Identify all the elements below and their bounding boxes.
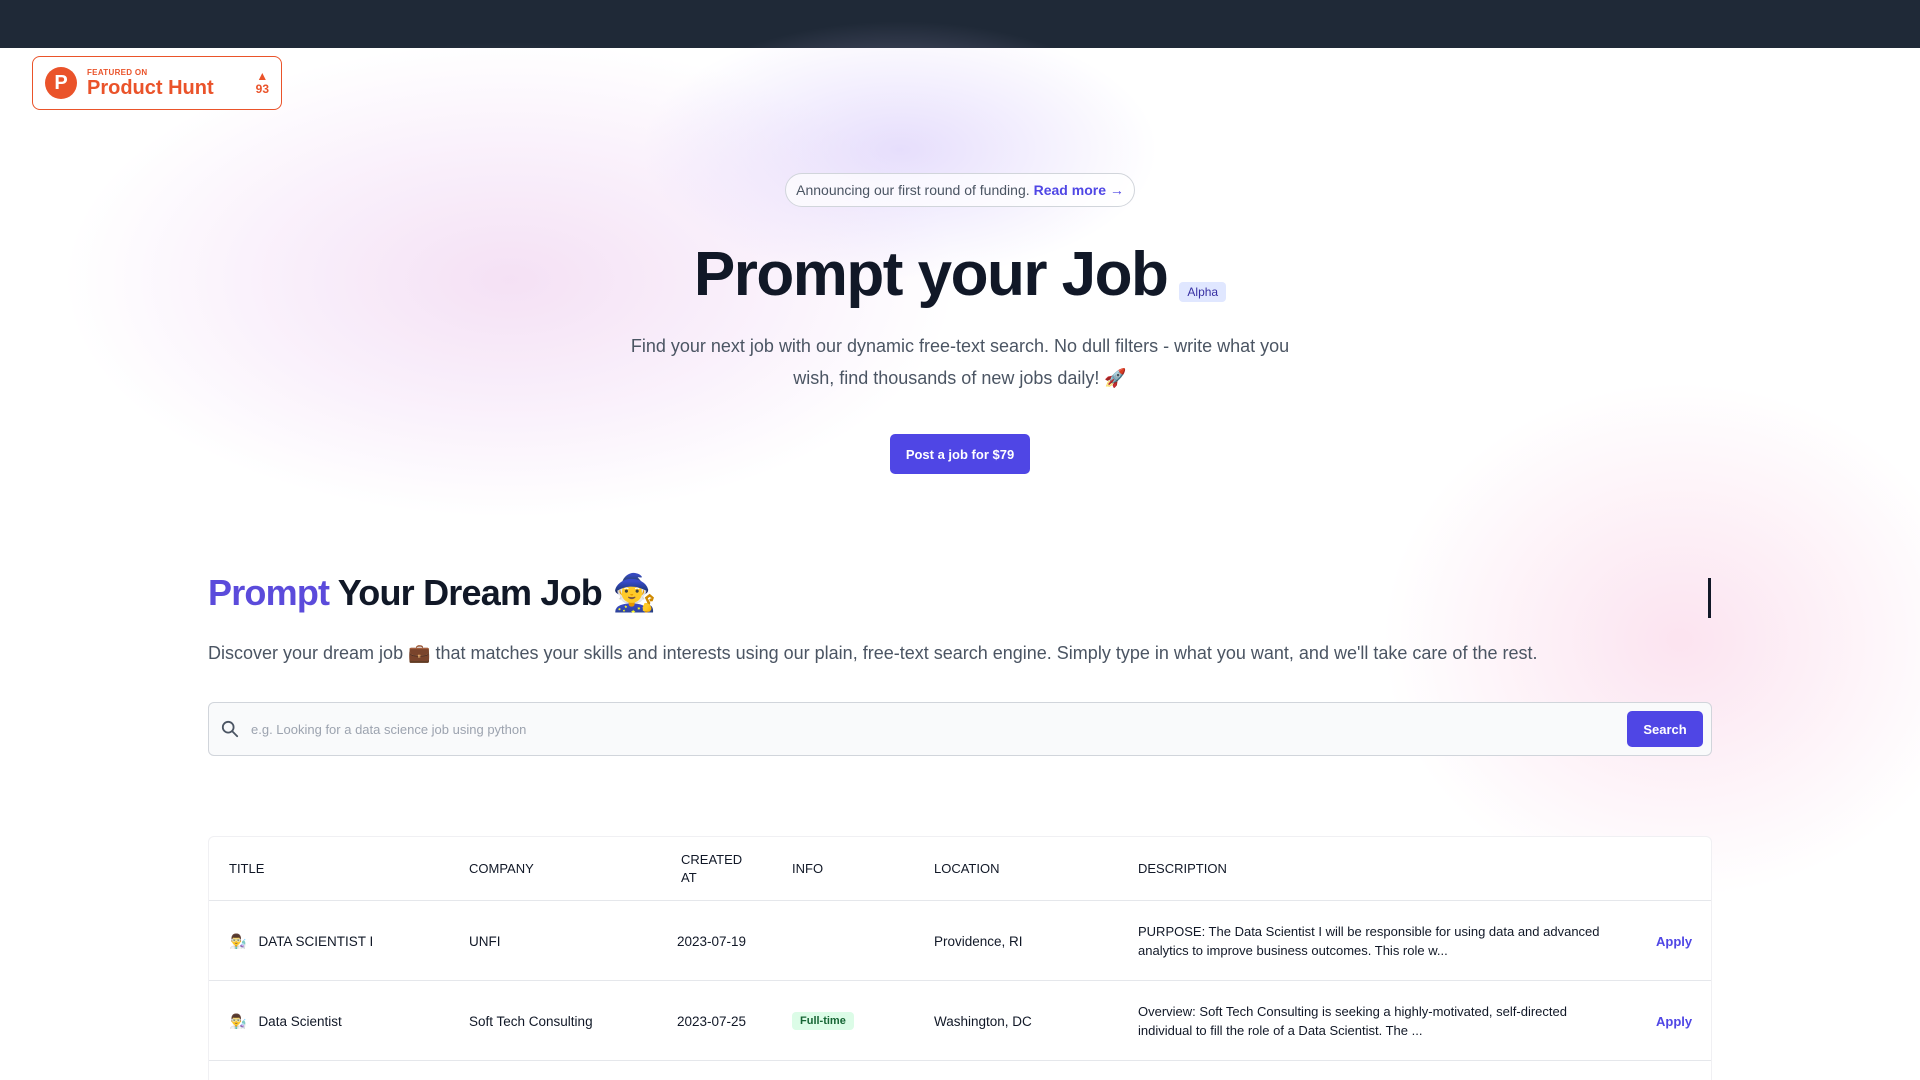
product-hunt-featured-label: FEATURED ON — [87, 67, 148, 77]
apply-link[interactable]: Apply — [1656, 1014, 1692, 1029]
hero-subtitle: Find your next job with our dynamic free… — [630, 336, 1290, 388]
header-info[interactable]: INFO — [792, 837, 823, 901]
product-hunt-name: Product Hunt — [87, 76, 214, 99]
job-type-badge: Full-time — [792, 1012, 854, 1030]
table-header: TITLE COMPANY CREATED AT INFO LOCATION D… — [209, 837, 1711, 901]
header-description[interactable]: DESCRIPTION — [1138, 837, 1227, 901]
section-title: Prompt Your Dream Job 🧙 — [208, 572, 657, 614]
table-row[interactable]: 👨‍🔬 DATA SCIENTIST I UNFI 2023-07-19 Pro… — [209, 901, 1711, 981]
apply-link[interactable]: Apply — [1656, 934, 1692, 949]
table-row[interactable]: 👨‍🔬 Data Scientist Soft Tech Consulting … — [209, 981, 1711, 1061]
product-hunt-badge[interactable]: P FEATURED ON Product Hunt ▲ 93 — [32, 56, 282, 110]
search-icon — [221, 720, 239, 738]
job-title: DATA SCIENTIST I — [258, 933, 374, 949]
section-title-accent: Prompt — [208, 572, 330, 613]
job-created-at: 2023-07-25 — [677, 1013, 747, 1029]
product-hunt-logo-icon: P — [45, 67, 77, 99]
text-cursor — [1708, 578, 1711, 618]
search-button[interactable]: Search — [1627, 711, 1703, 747]
header-company[interactable]: COMPANY — [469, 837, 534, 901]
job-created-at: 2023-07-19 — [677, 933, 747, 949]
header-created-at[interactable]: CREATED AT — [681, 837, 751, 901]
jobs-table: TITLE COMPANY CREATED AT INFO LOCATION D… — [208, 836, 1712, 1080]
upvote-arrow-icon: ▲ — [256, 69, 269, 83]
announcement-text: Announcing our first round of funding. — [796, 182, 1030, 198]
read-more-link[interactable]: Read more → — [1034, 182, 1124, 198]
header-title[interactable]: TITLE — [229, 837, 264, 901]
section-description: Discover your dream job 💼 that matches y… — [208, 643, 1538, 663]
section-title-rest: Your Dream Job — [337, 572, 603, 613]
post-job-button[interactable]: Post a job for $79 — [890, 434, 1030, 474]
alpha-badge: Alpha — [1179, 282, 1227, 302]
upvote-count: 93 — [255, 82, 269, 96]
job-description: PURPOSE: The Data Scientist I will be re… — [1138, 924, 1600, 958]
search-bar: Search — [208, 702, 1712, 756]
announcement-banner: Announcing our first round of funding. R… — [785, 173, 1135, 207]
job-company: Soft Tech Consulting — [469, 1013, 593, 1029]
job-title: Data Scientist — [258, 1013, 342, 1029]
search-input[interactable] — [251, 721, 1627, 737]
top-navbar — [0, 0, 1920, 48]
job-company: UNFI — [469, 933, 501, 949]
job-location: Washington, DC — [934, 1013, 1032, 1029]
hero-title: Prompt your Job — [693, 240, 1169, 309]
scientist-icon: 👨‍🔬 — [229, 1012, 247, 1029]
wizard-emoji-icon: 🧙 — [611, 572, 657, 613]
background-glow — [1380, 380, 1920, 900]
job-location: Providence, RI — [934, 933, 1023, 949]
header-location[interactable]: LOCATION — [934, 837, 1000, 901]
scientist-icon: 👨‍🔬 — [229, 932, 247, 949]
job-description: Overview: Soft Tech Consulting is seekin… — [1138, 1004, 1567, 1038]
